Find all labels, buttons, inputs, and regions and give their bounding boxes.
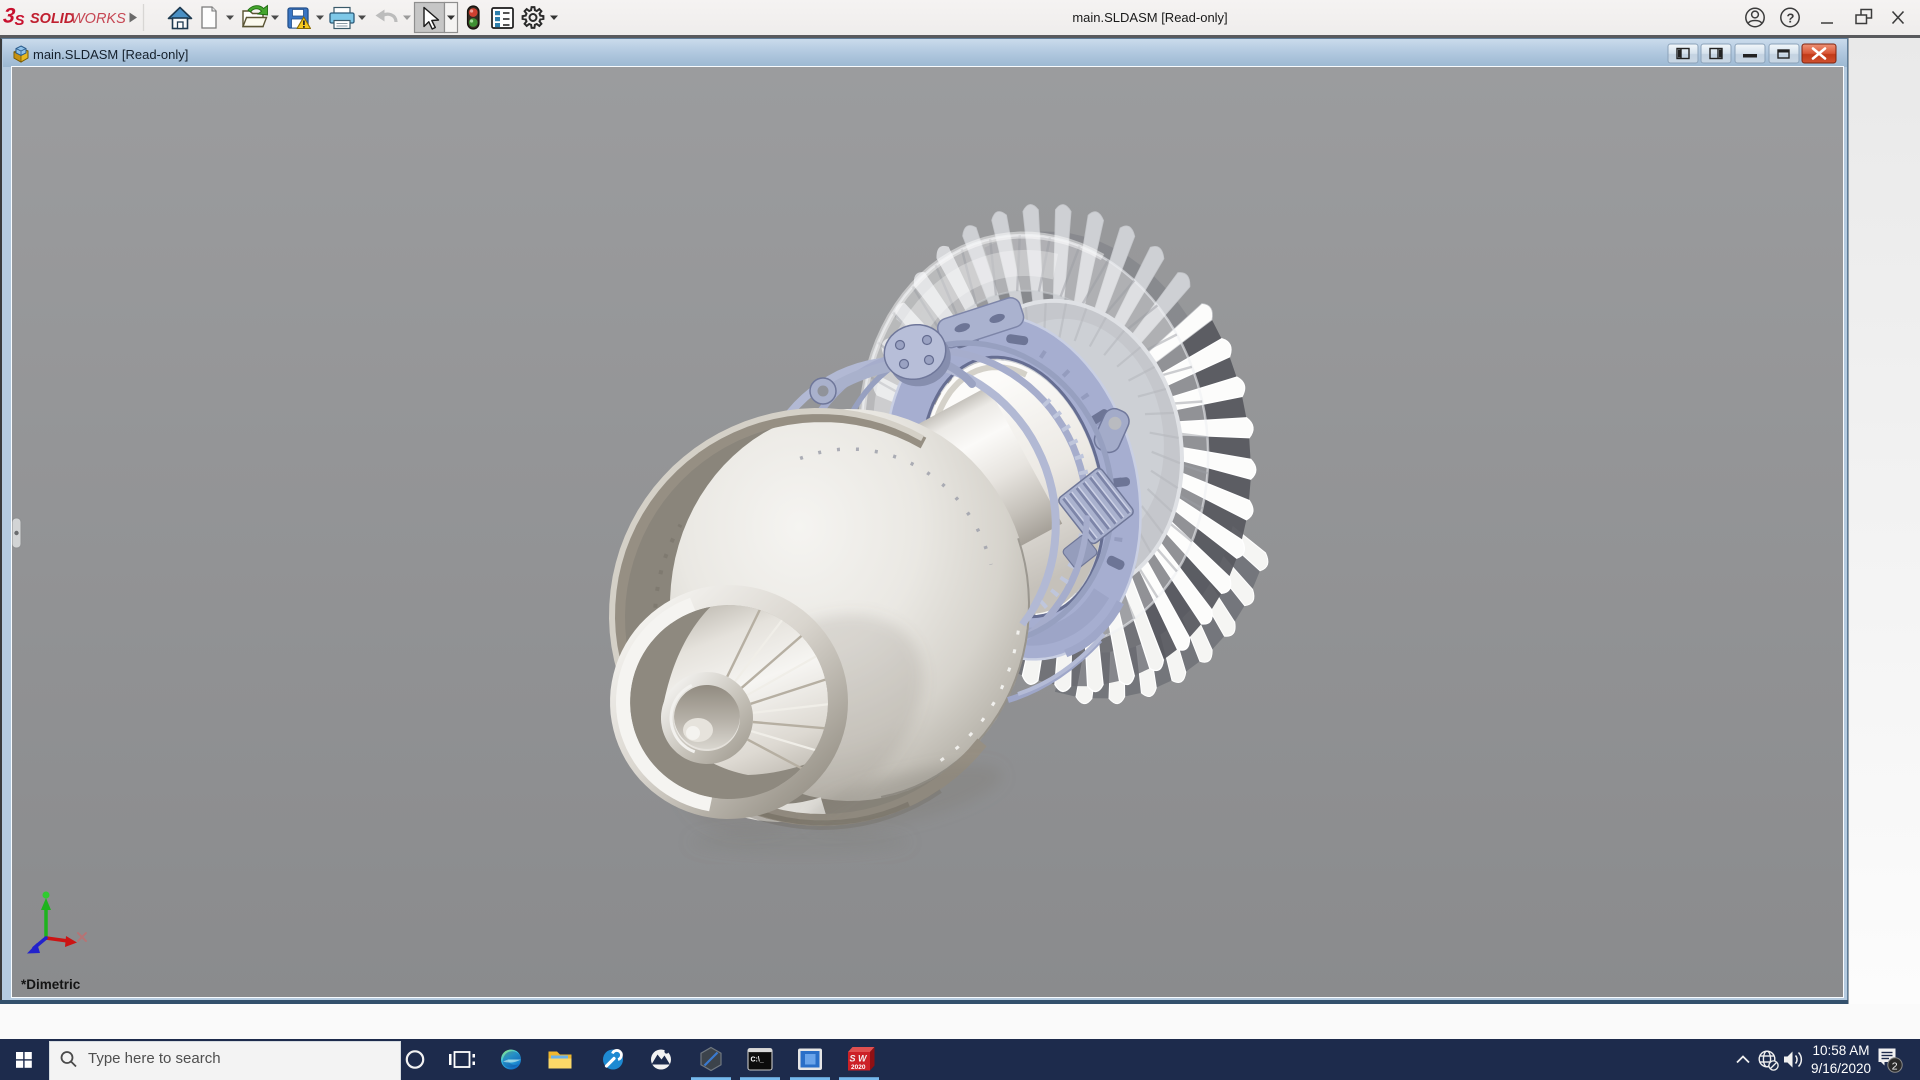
svg-text:*Dimetric: *Dimetric xyxy=(21,977,81,992)
svg-text:S: S xyxy=(15,12,25,29)
svg-text:WORKS: WORKS xyxy=(71,11,126,27)
svg-text:SOLID: SOLID xyxy=(30,11,75,27)
svg-text:S W: S W xyxy=(850,1054,869,1064)
svg-text:main.SLDASM [Read-only]: main.SLDASM [Read-only] xyxy=(33,47,188,62)
svg-text:2: 2 xyxy=(1892,1060,1898,1072)
svg-text:C:\_: C:\_ xyxy=(751,1057,764,1064)
svg-text:2020: 2020 xyxy=(851,1064,866,1071)
svg-text:?: ? xyxy=(1787,11,1795,26)
